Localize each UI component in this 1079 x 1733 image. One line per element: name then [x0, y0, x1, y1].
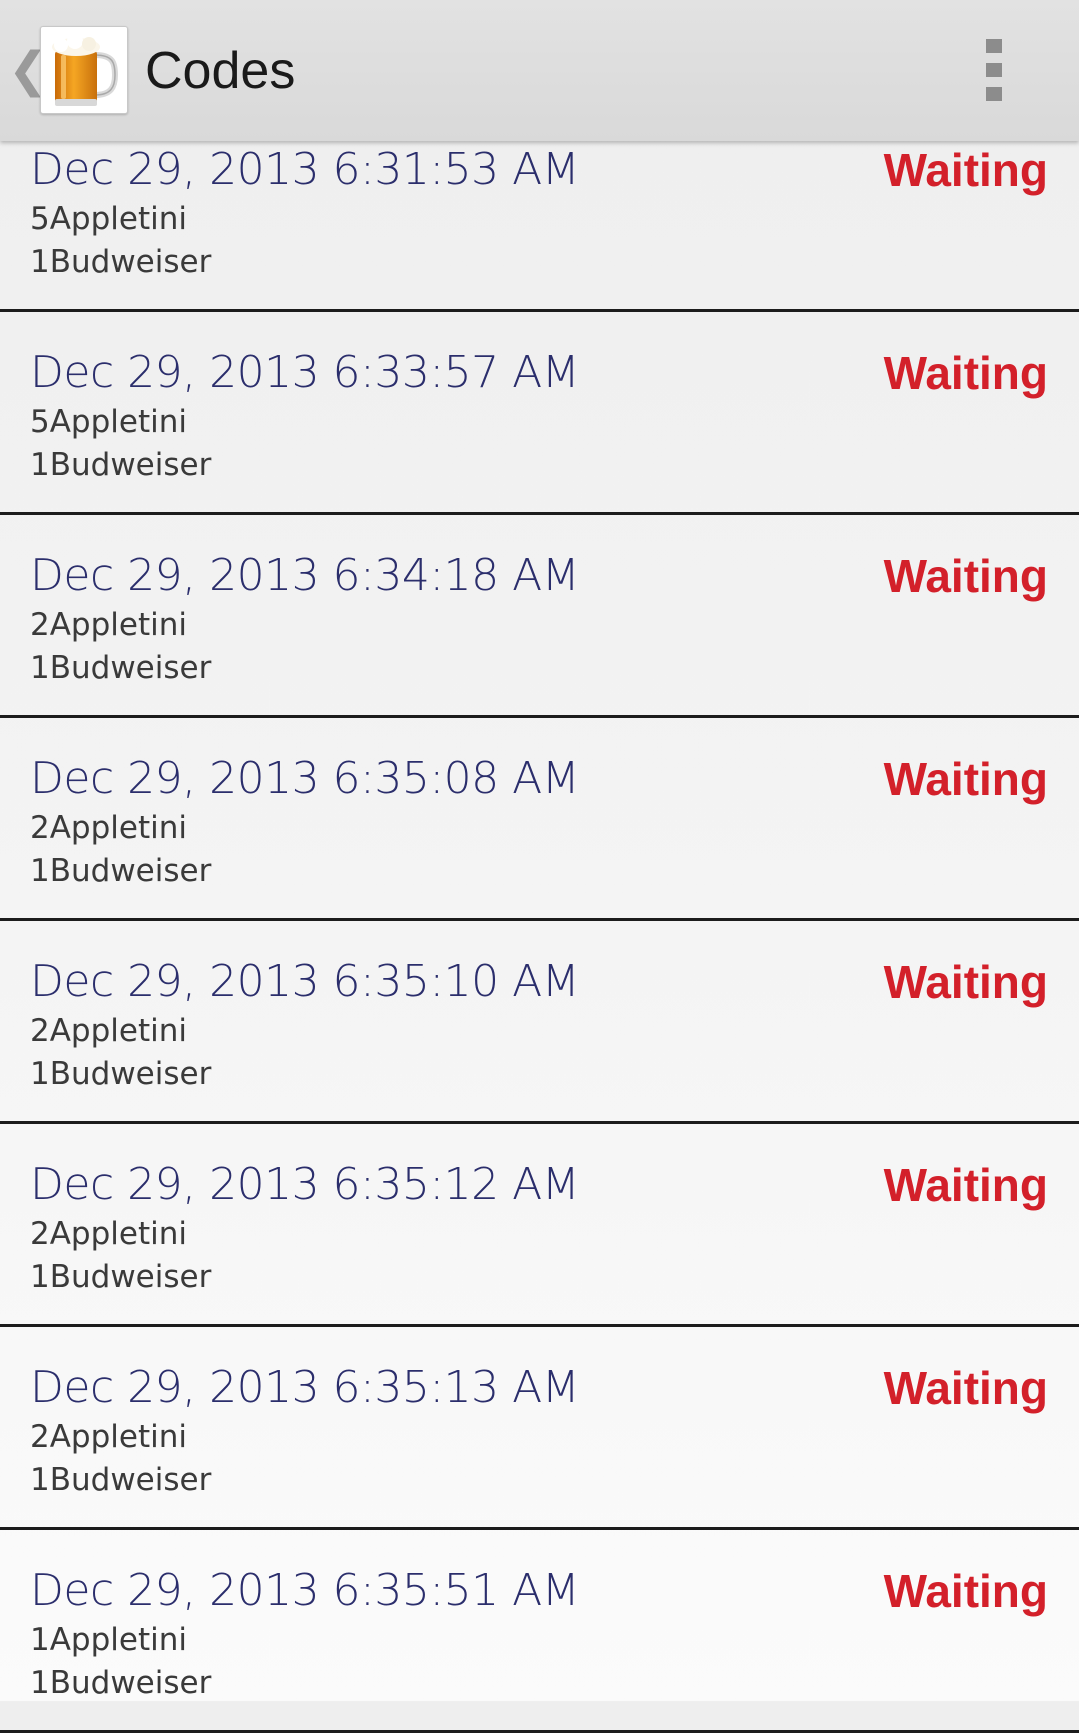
order-item: 1Budweiser — [30, 244, 212, 280]
beer-mug-graphic — [52, 33, 119, 106]
order-item: 1Budweiser — [30, 1665, 212, 1701]
order-date: Dec 29, 2013 6:35:12 AM — [30, 1159, 580, 1210]
page-title: Codes — [145, 42, 296, 100]
order-item: 5Appletini — [30, 201, 187, 237]
list-item[interactable]: Dec 29, 2013 6:35:51 AM Waiting 1Appleti… — [0, 1530, 1079, 1733]
order-item: 1Budweiser — [30, 853, 212, 889]
order-item: 5Appletini — [30, 404, 187, 440]
order-item: 1Appletini — [30, 1622, 187, 1658]
list-item[interactable]: Dec 29, 2013 6:35:13 AM Waiting 2Appleti… — [0, 1327, 1079, 1530]
order-item: 1Budweiser — [30, 650, 212, 686]
order-item: 1Budweiser — [30, 447, 212, 483]
order-date: Dec 29, 2013 6:31:53 AM — [30, 144, 580, 195]
status-badge: Waiting — [883, 144, 1048, 196]
list-item[interactable]: Dec 29, 2013 6:34:18 AM Waiting 2Appleti… — [0, 515, 1079, 718]
order-date: Dec 29, 2013 6:35:13 AM — [30, 1362, 580, 1413]
list-item[interactable]: Dec 29, 2013 6:35:08 AM Waiting 2Appleti… — [0, 718, 1079, 921]
overflow-dot — [986, 87, 1002, 101]
order-item: 1Budweiser — [30, 1259, 212, 1295]
order-date: Dec 29, 2013 6:35:08 AM — [30, 753, 580, 804]
list-item[interactable]: Dec 29, 2013 6:33:57 AM Waiting 5Appleti… — [0, 312, 1079, 515]
order-item: 2Appletini — [30, 810, 187, 846]
order-date: Dec 29, 2013 6:35:10 AM — [30, 956, 580, 1007]
order-item: 1Budweiser — [30, 1462, 212, 1498]
status-badge: Waiting — [883, 1565, 1048, 1617]
status-badge: Waiting — [883, 550, 1048, 602]
overflow-dot — [986, 63, 1002, 77]
order-item: 2Appletini — [30, 1419, 187, 1455]
status-badge: Waiting — [883, 1159, 1048, 1211]
overflow-dot — [986, 39, 1002, 53]
order-item: 2Appletini — [30, 607, 187, 643]
order-date: Dec 29, 2013 6:35:51 AM — [30, 1565, 580, 1616]
action-bar: ❮ Codes — [0, 0, 1079, 141]
overflow-menu-icon[interactable] — [975, 35, 1015, 105]
status-badge: Waiting — [883, 753, 1048, 805]
status-badge: Waiting — [883, 956, 1048, 1008]
order-item: 2Appletini — [30, 1013, 187, 1049]
order-item: 2Appletini — [30, 1216, 187, 1252]
order-date: Dec 29, 2013 6:33:57 AM — [30, 347, 580, 398]
beer-mug-icon[interactable] — [40, 26, 128, 114]
list-item[interactable]: Dec 29, 2013 6:35:12 AM Waiting 2Appleti… — [0, 1124, 1079, 1327]
order-date: Dec 29, 2013 6:34:18 AM — [30, 550, 580, 601]
order-item: 1Budweiser — [30, 1056, 212, 1092]
status-badge: Waiting — [883, 1362, 1048, 1414]
status-badge: Waiting — [883, 347, 1048, 399]
list-item[interactable]: Dec 29, 2013 6:35:10 AM Waiting 2Appleti… — [0, 921, 1079, 1124]
orders-list: Dec 29, 2013 6:31:53 AM Waiting 5Appleti… — [0, 109, 1079, 1733]
